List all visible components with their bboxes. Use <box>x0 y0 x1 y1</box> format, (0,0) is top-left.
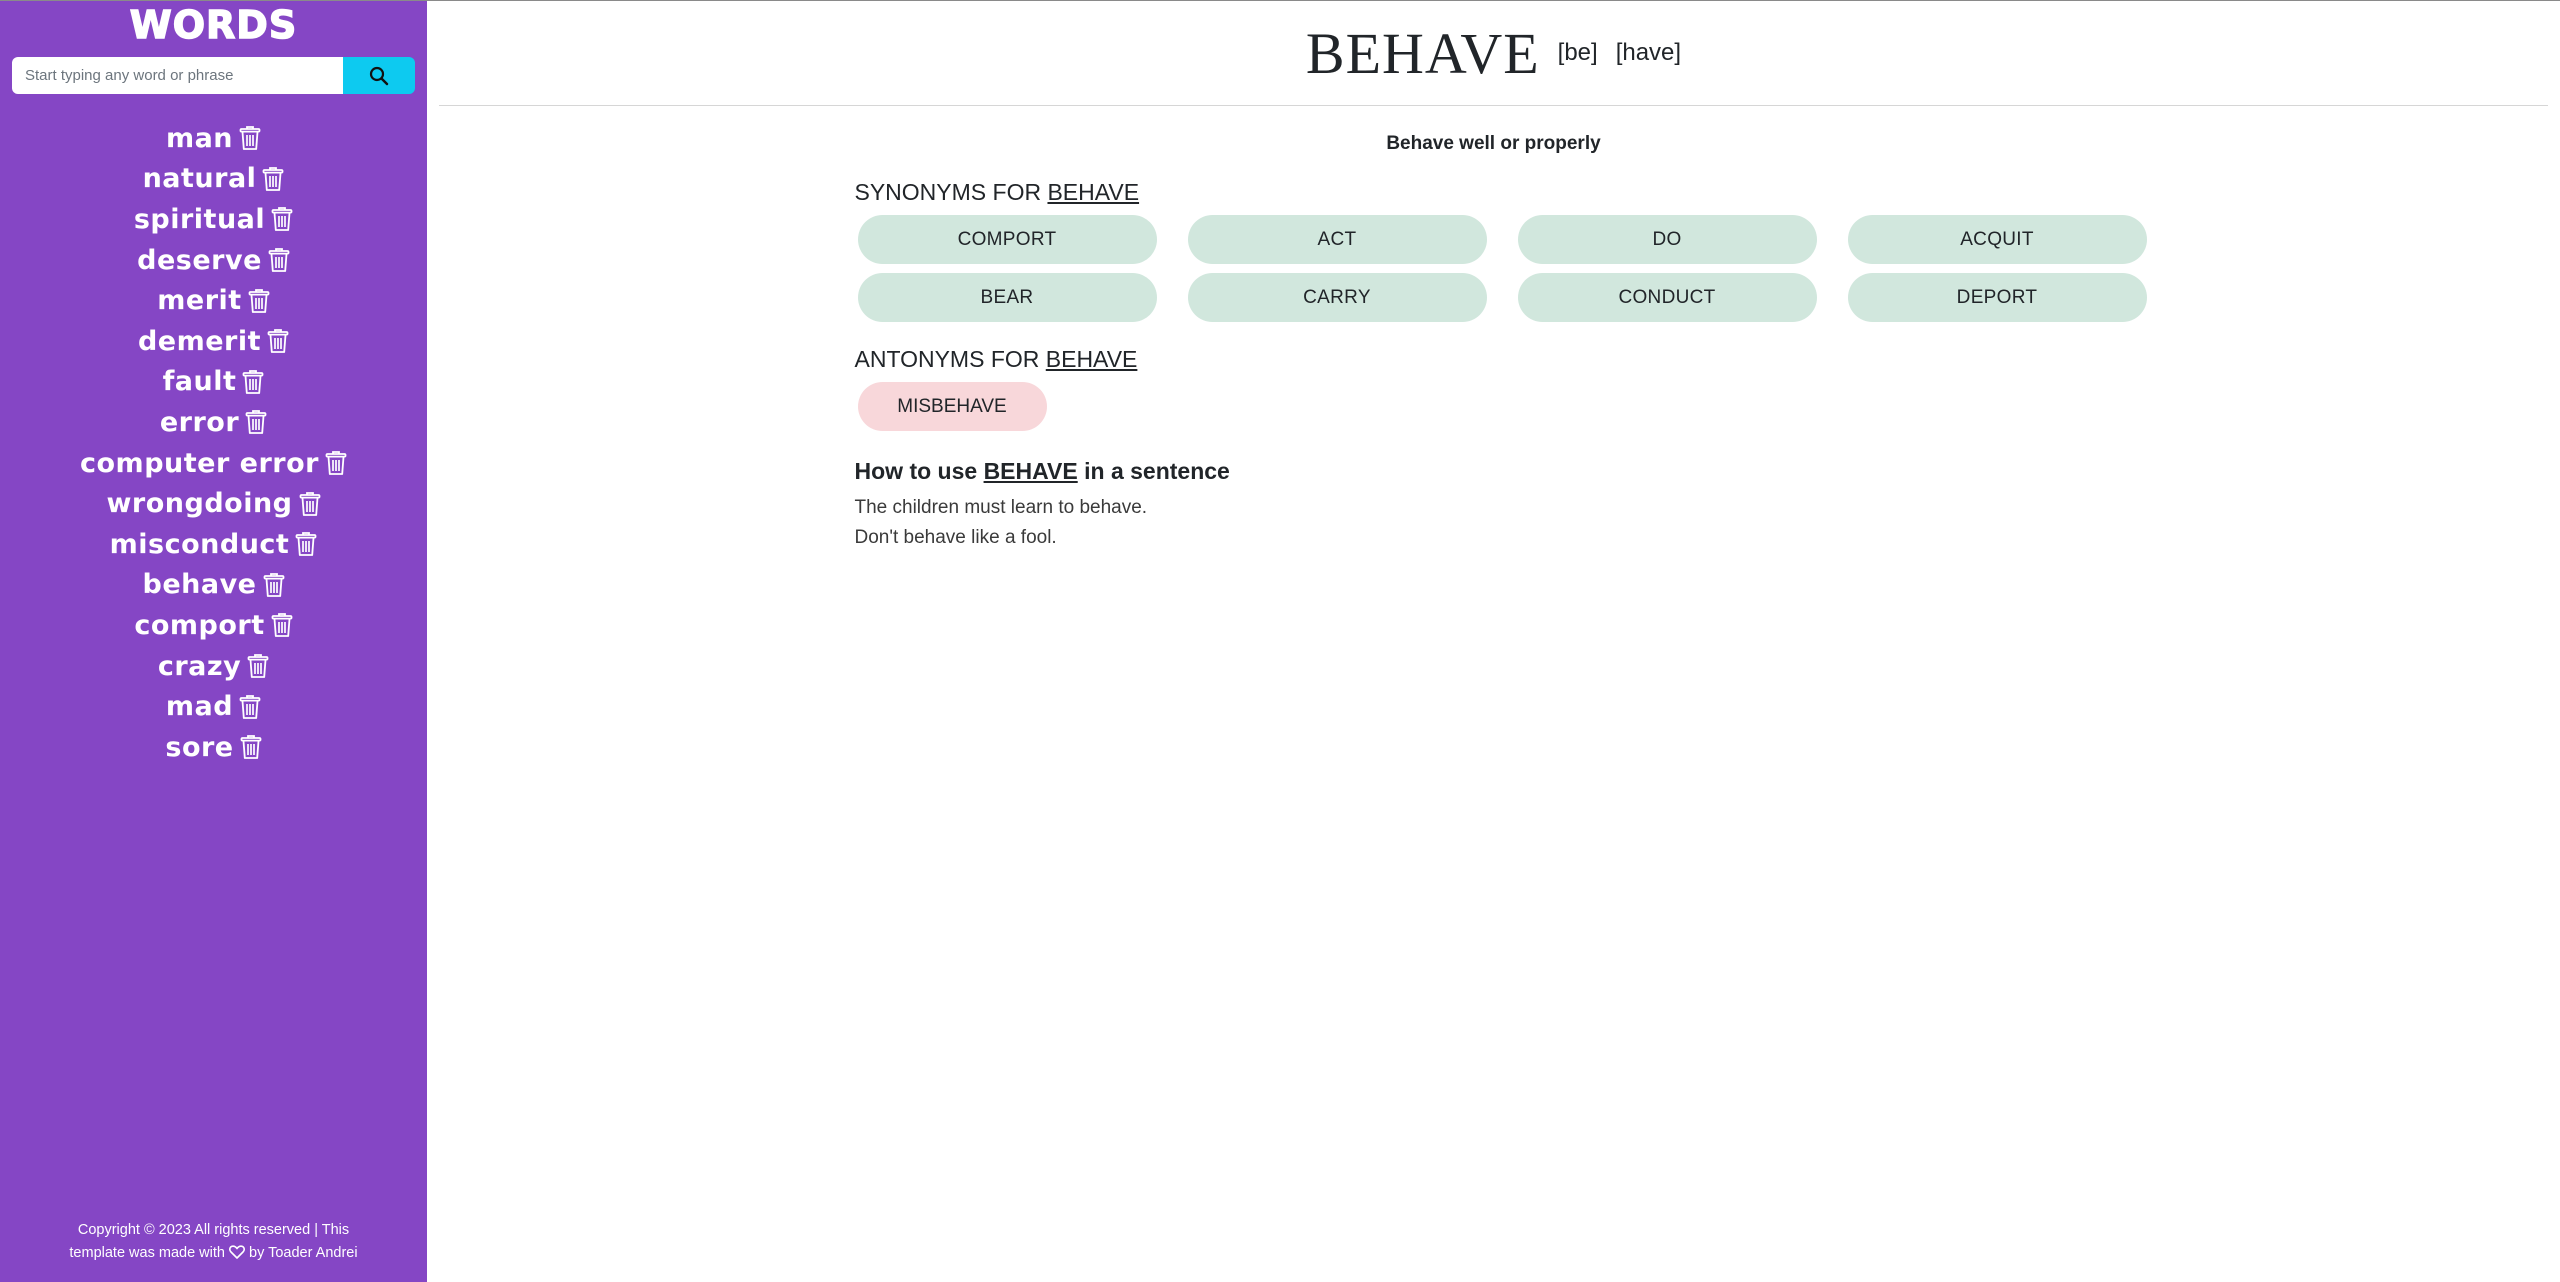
sidebar: WORDS man natural spiritual <box>0 1 427 1282</box>
history-word[interactable]: computer error <box>80 448 319 479</box>
syllable: [have] <box>1615 39 1682 66</box>
history-item: sore <box>0 727 427 768</box>
history-word[interactable]: sore <box>165 732 233 763</box>
history-item: man <box>0 118 427 159</box>
trash-icon[interactable] <box>245 409 267 435</box>
trash-icon[interactable] <box>248 288 270 314</box>
trash-icon[interactable] <box>268 247 290 273</box>
history-item: error <box>0 402 427 443</box>
word-header: BEHAVE [be] [have] <box>439 1 2548 106</box>
history-item: misconduct <box>0 524 427 565</box>
history-word[interactable]: deserve <box>137 245 262 276</box>
footer-line2: template was made with by Toader Andrei <box>50 1242 377 1265</box>
trash-icon[interactable] <box>325 450 347 476</box>
usage-post: in a sentence <box>1084 458 1230 484</box>
example-sentence: Don't behave like a fool. <box>854 527 1057 548</box>
history-word[interactable]: misconduct <box>110 529 290 560</box>
history-item: spiritual <box>0 199 427 240</box>
search-input[interactable] <box>12 57 343 94</box>
footer-line1: Copyright © 2023 All rights reserved | T… <box>77 1222 350 1238</box>
trash-icon[interactable] <box>263 572 285 598</box>
search-button[interactable] <box>343 57 415 94</box>
definition: Behave well or properly <box>1386 133 1601 154</box>
usage-pre: How to use <box>854 458 978 484</box>
history-word[interactable]: demerit <box>138 326 261 357</box>
example-sentence: The children must learn to behave. <box>854 497 1148 518</box>
history-item: behave <box>0 565 427 606</box>
trash-icon[interactable] <box>267 328 289 354</box>
history-word[interactable]: merit <box>157 285 241 316</box>
history-item: merit <box>0 280 427 321</box>
footer-line2-pre: template was made with <box>69 1245 225 1261</box>
antonyms-word[interactable]: BEHAVE <box>1046 346 1138 372</box>
search-icon <box>369 66 389 85</box>
trash-icon[interactable] <box>271 612 293 638</box>
history-word[interactable]: crazy <box>158 651 241 682</box>
trash-icon[interactable] <box>271 206 293 232</box>
usage-heading: How to use BEHAVE in a sentence <box>855 458 2144 485</box>
syllable: [be] <box>1557 39 1598 66</box>
history-item: crazy <box>0 646 427 687</box>
history-word[interactable]: wrongdoing <box>106 488 292 519</box>
antonyms-heading: ANTONYMS FOR BEHAVE <box>855 346 2144 373</box>
history-word[interactable]: behave <box>143 569 257 600</box>
example-sentences: The children must learn to behave. Don't… <box>855 493 2144 553</box>
word-title: BEHAVE <box>1305 20 1540 86</box>
synonym-chip[interactable]: BEAR <box>857 273 1157 322</box>
trash-icon[interactable] <box>240 734 262 760</box>
history-word[interactable]: spiritual <box>134 204 265 235</box>
heart-icon <box>229 1245 245 1259</box>
trash-icon[interactable] <box>239 125 261 151</box>
usage-word[interactable]: BEHAVE <box>984 458 1078 484</box>
footer-line2-post: by Toader Andrei <box>249 1245 358 1261</box>
antonyms-label: ANTONYMS FOR <box>854 346 1040 372</box>
synonym-chip[interactable]: DO <box>1517 215 1817 264</box>
trash-icon[interactable] <box>239 694 261 720</box>
history-item: deserve <box>0 240 427 281</box>
synonym-chip[interactable]: ACQUIT <box>1847 215 2147 264</box>
history-word[interactable]: fault <box>163 366 237 397</box>
synonyms-word[interactable]: BEHAVE <box>1047 179 1139 205</box>
synonym-list: COMPORT ACT DO ACQUIT BEAR CARRY CONDUCT… <box>855 215 2147 322</box>
trash-icon[interactable] <box>295 531 317 557</box>
synonym-chip[interactable]: COMPORT <box>857 215 1157 264</box>
trash-icon[interactable] <box>299 491 321 517</box>
app: WORDS man natural spiritual <box>0 0 2560 1282</box>
trash-icon[interactable] <box>262 166 284 192</box>
history-word[interactable]: natural <box>143 163 257 194</box>
synonyms-heading: SYNONYMS FOR BEHAVE <box>855 179 2144 206</box>
synonym-chip[interactable]: ACT <box>1187 215 1487 264</box>
history-item: comport <box>0 605 427 646</box>
synonym-chip[interactable]: DEPORT <box>1847 273 2147 322</box>
antonym-chip[interactable]: MISBEHAVE <box>857 382 1047 431</box>
history-word[interactable]: mad <box>166 691 233 722</box>
logo[interactable]: WORDS <box>0 1 427 53</box>
history-item: demerit <box>0 321 427 362</box>
footer: Copyright © 2023 All rights reserved | T… <box>0 1219 427 1265</box>
history-word[interactable]: comport <box>134 610 264 641</box>
history-item: wrongdoing <box>0 483 427 524</box>
history-word[interactable]: error <box>160 407 239 438</box>
word-details: SYNONYMS FOR BEHAVE COMPORT ACT DO ACQUI… <box>844 179 2147 553</box>
history-list: man natural spiritual deserve merit deme… <box>0 118 427 768</box>
search-bar <box>12 57 415 94</box>
trash-icon[interactable] <box>247 653 269 679</box>
history-item: mad <box>0 686 427 727</box>
history-item: computer error <box>0 443 427 484</box>
history-item: fault <box>0 362 427 403</box>
synonyms-label: SYNONYMS FOR <box>854 179 1042 205</box>
synonym-chip[interactable]: CONDUCT <box>1517 273 1817 322</box>
trash-icon[interactable] <box>242 369 264 395</box>
history-word[interactable]: man <box>166 123 233 154</box>
synonym-chip[interactable]: CARRY <box>1187 273 1487 322</box>
main-content: BEHAVE [be] [have] Behave well or proper… <box>427 1 2560 1282</box>
history-item: natural <box>0 159 427 200</box>
